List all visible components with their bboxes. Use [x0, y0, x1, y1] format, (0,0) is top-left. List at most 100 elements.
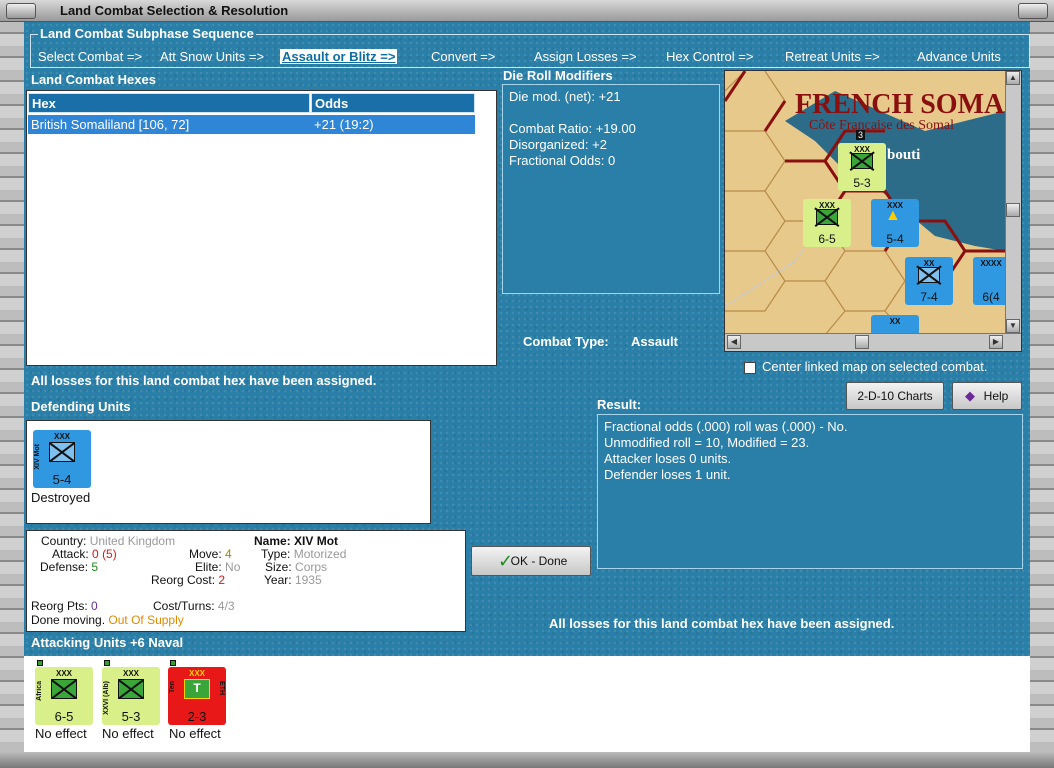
close-button[interactable]: [1018, 3, 1048, 19]
attack-label: Attack:: [52, 547, 89, 561]
fractional-odds: Fractional Odds: 0: [509, 153, 616, 168]
die-roll-panel: Die mod. (net): +21 Combat Ratio: +19.00…: [502, 84, 720, 294]
combat-type-value: Assault: [631, 334, 678, 349]
counter-values: 6(4: [982, 290, 1000, 304]
infantry-symbol-icon: [918, 267, 940, 283]
seq-step-advance[interactable]: Advance Units: [917, 49, 1001, 64]
map-counter-xiv-mot[interactable]: XXX ▲ 5-4: [871, 199, 919, 247]
system-menu-button[interactable]: [6, 3, 36, 19]
scroll-right-icon[interactable]: ▶: [989, 335, 1003, 349]
attacking-counter-ten[interactable]: XXX Ten ETH T 2-3: [168, 660, 226, 725]
map-counter-partial[interactable]: XX: [871, 315, 919, 335]
defense-label: Defense:: [40, 560, 89, 574]
defense-value: 5: [91, 560, 99, 574]
map-place-label: bouti: [887, 147, 921, 163]
center-linked-checkbox[interactable]: [744, 362, 756, 374]
seq-step-hex-control[interactable]: Hex Control =>: [666, 49, 753, 64]
attacking-counter-africa[interactable]: XXX Africa 6-5: [35, 660, 93, 725]
defending-units-panel: XXX XIV Mot 5-4 Destroyed: [26, 420, 431, 524]
supply-dot-icon: [170, 660, 176, 666]
map-counter-africa[interactable]: XXX 6-5: [803, 199, 851, 247]
elite-value: No: [225, 560, 241, 574]
result-line-attacker: Attacker loses 0 units.: [604, 451, 732, 466]
seq-step-assign-losses[interactable]: Assign Losses =>: [534, 49, 637, 64]
counter-size: XXX: [188, 669, 205, 678]
die-roll-heading: Die Roll Modifiers: [503, 68, 613, 83]
seq-step-assault-blitz[interactable]: Assault or Blitz =>: [280, 49, 398, 64]
counter-values: 7-4: [920, 290, 938, 304]
map-counter-7-4[interactable]: XX 7-4: [905, 257, 953, 305]
cost-turns-label: Cost/Turns:: [153, 599, 215, 613]
charts-button[interactable]: 2-D-10 Charts: [846, 382, 944, 410]
scroll-thumb-horizontal[interactable]: [855, 335, 869, 349]
frame-right: [1030, 22, 1054, 752]
size-value: Corps: [295, 560, 328, 574]
counter-values: 5-4: [52, 472, 72, 487]
losses-status-msg-2: All losses for this land combat hex have…: [549, 616, 895, 631]
fire-icon: ▲: [885, 207, 901, 224]
map-counter-xxvi[interactable]: XXX 5-3 3: [838, 130, 886, 191]
ok-done-button[interactable]: ✓ OK - Done: [471, 546, 591, 576]
combat-hexes-heading: Land Combat Hexes: [31, 72, 156, 87]
unit-info-panel: Country: United Kingdom Name: XIV Mot At…: [26, 530, 466, 632]
year-label: Year:: [264, 573, 292, 587]
disorganized: Disorganized: +2: [509, 137, 607, 152]
counter-unit-name: Africa: [36, 681, 43, 701]
type-label: Type:: [261, 547, 291, 561]
seq-step-convert[interactable]: Convert =>: [431, 49, 495, 64]
supply-status: Out Of Supply: [108, 613, 184, 627]
help-button-label: Help: [983, 389, 1009, 403]
defending-heading: Defending Units: [31, 399, 131, 414]
counter-values: 5-4: [886, 232, 904, 246]
attacking-counter-xxvi[interactable]: XXX XXVI (Alb) 5-3: [102, 660, 160, 725]
reorg-pts-value: 0: [91, 599, 98, 613]
defending-counter-xiv-mot[interactable]: XXX XIV Mot 5-4: [33, 430, 91, 488]
country-value: United Kingdom: [89, 534, 176, 548]
result-line-defender: Defender loses 1 unit.: [604, 467, 731, 482]
hex-row-cell-odds[interactable]: +21 (19:2): [311, 115, 475, 134]
checkmark-icon: ✓: [498, 551, 514, 571]
seq-step-att-snow[interactable]: Att Snow Units =>: [160, 49, 264, 64]
scroll-up-icon[interactable]: ▲: [1006, 71, 1020, 85]
help-book-icon: ◆: [965, 388, 975, 403]
map-horizontal-scrollbar[interactable]: ◀ ▶: [725, 333, 1021, 351]
counter-values: 2-3: [187, 709, 207, 724]
map-counter-6-4[interactable]: XXXX 6(4: [973, 257, 1009, 305]
die-roll-list: Die mod. (net): +21 Combat Ratio: +19.00…: [509, 89, 636, 169]
linked-map[interactable]: FRENCH SOMA Côte Française des Somal bou…: [724, 70, 1022, 352]
counter-size: XXXX: [980, 259, 1002, 268]
counter-values: 6-5: [54, 709, 74, 724]
scroll-down-icon[interactable]: ▼: [1006, 319, 1020, 333]
combat-type-label: Combat Type:: [523, 334, 609, 349]
frame-left: [0, 22, 24, 752]
result-panel: Fractional odds (.000) roll was (.000) -…: [597, 414, 1023, 569]
year-value: 1935: [294, 573, 322, 587]
elite-label: Elite:: [195, 560, 222, 574]
cost-turns-value: 4/3: [217, 599, 235, 613]
counter-values: 5-3: [121, 709, 141, 724]
sequence-heading: Land Combat Subphase Sequence: [38, 26, 256, 41]
map-vertical-scrollbar[interactable]: ▲ ▼: [1005, 71, 1021, 335]
counter-size: XXX: [55, 669, 72, 678]
frame-bottom: [0, 752, 1054, 768]
type-value: Motorized: [293, 547, 347, 561]
scroll-left-icon[interactable]: ◀: [727, 335, 741, 349]
attacking-unit-result: No effect: [35, 726, 87, 741]
reorg-pts-label: Reorg Pts:: [31, 599, 88, 613]
map-region-title: FRENCH SOMA: [795, 89, 1005, 120]
help-button[interactable]: ◆ Help: [952, 382, 1022, 410]
name-label: Name:: [254, 534, 291, 548]
seq-step-retreat[interactable]: Retreat Units =>: [785, 49, 880, 64]
scroll-thumb-vertical[interactable]: [1006, 203, 1020, 217]
size-label: Size:: [265, 560, 292, 574]
infantry-symbol-icon: [51, 679, 77, 699]
col-header-hex[interactable]: Hex: [28, 93, 310, 113]
ok-done-label: OK - Done: [510, 554, 568, 568]
col-header-odds[interactable]: Odds: [311, 93, 475, 113]
hex-row-cell-hex[interactable]: British Somaliland [106, 72]: [28, 115, 311, 134]
result-heading: Result:: [597, 397, 642, 412]
combat-hexes-table: Hex Odds British Somaliland [106, 72] +2…: [26, 90, 497, 366]
result-line-roll: Unmodified roll = 10, Modified = 23.: [604, 435, 810, 450]
map-region-subtitle: Côte Française des Somal: [809, 118, 955, 133]
seq-step-select-combat[interactable]: Select Combat =>: [38, 49, 142, 64]
